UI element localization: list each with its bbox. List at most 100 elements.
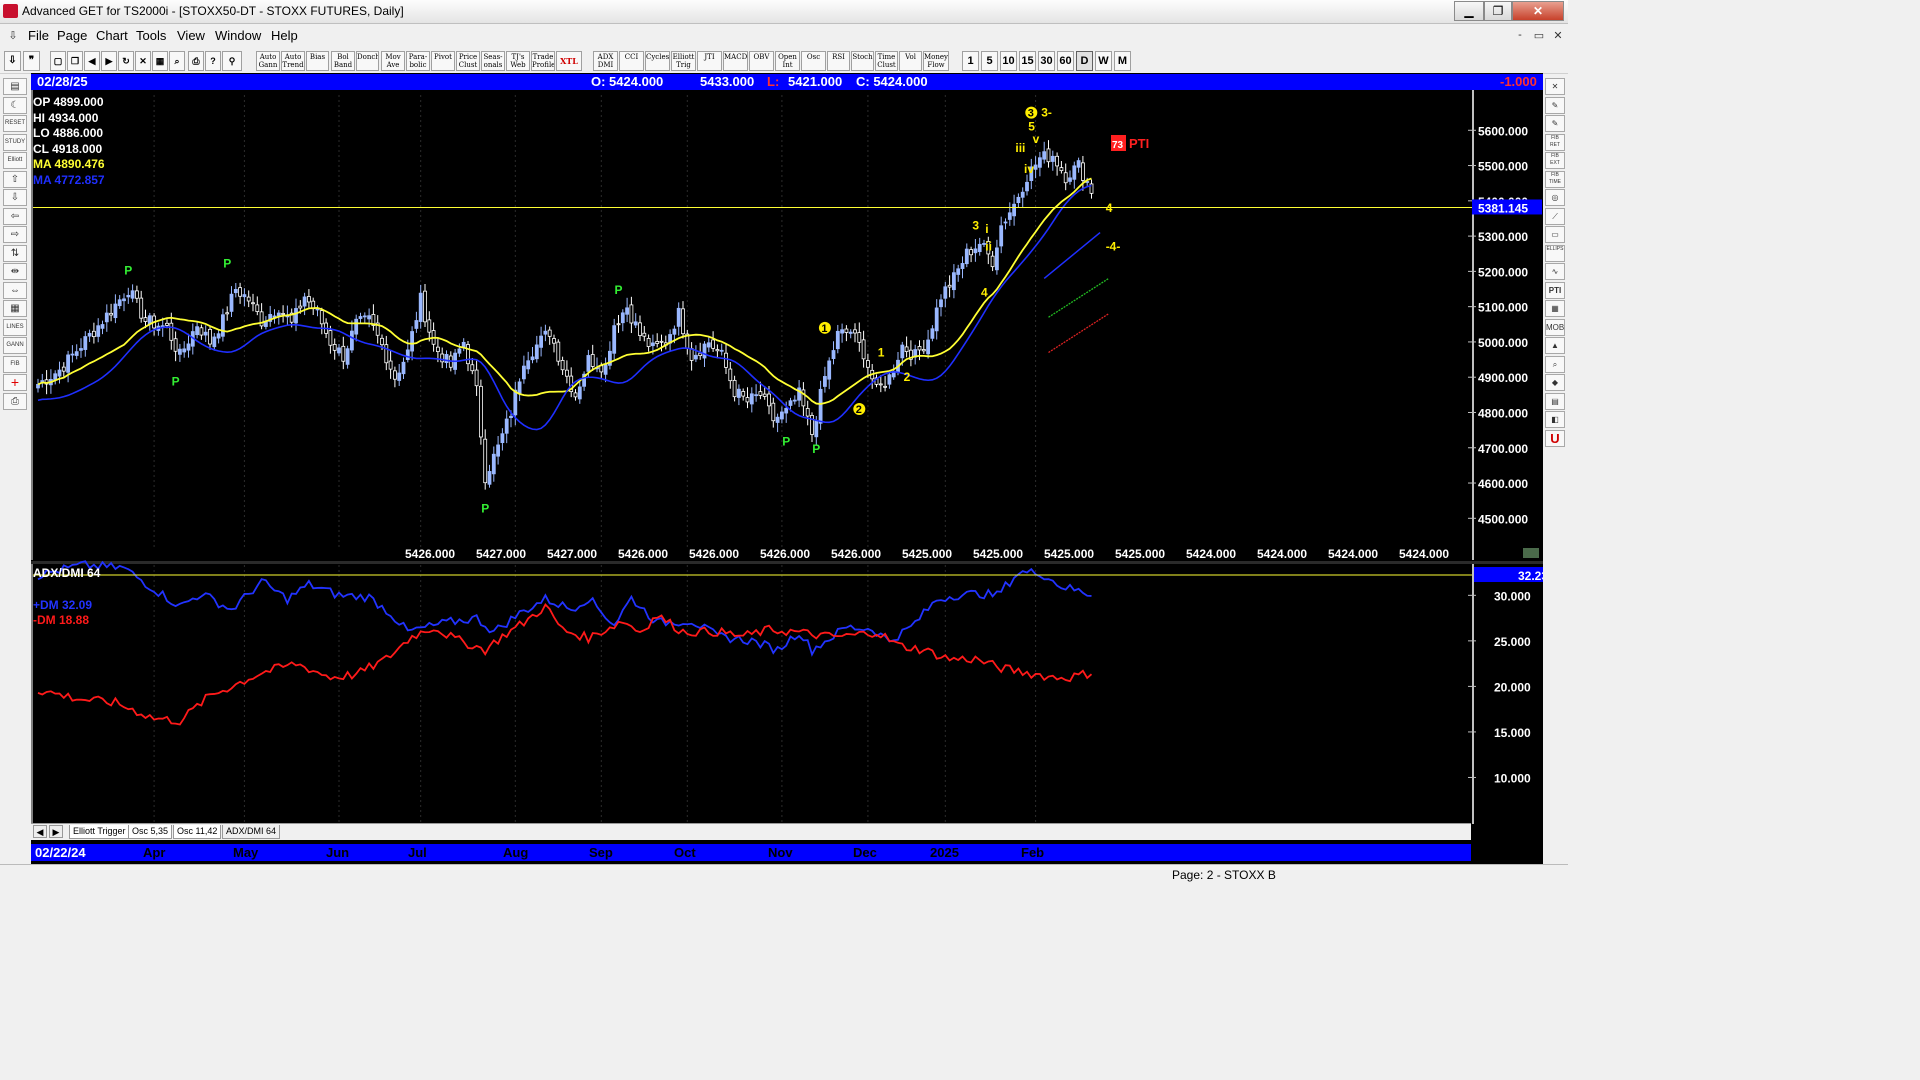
timeframe-button-60[interactable]: 60	[1057, 51, 1074, 71]
study-button-time-clust[interactable]: Time Clust	[875, 51, 898, 71]
menu-chart[interactable]: Chart	[96, 28, 128, 43]
pencil2-icon[interactable]: ✎	[1545, 115, 1565, 132]
tab-scroll-left[interactable]: ◀	[33, 825, 47, 838]
menu-view[interactable]: View	[177, 28, 205, 43]
mdi-close-button[interactable]: ✕	[1550, 29, 1566, 44]
pointer-icon[interactable]: ⇩	[4, 51, 21, 71]
menu-file[interactable]: File	[28, 28, 49, 43]
wave-icon[interactable]: ∿	[1545, 263, 1565, 280]
timeframe-button-10[interactable]: 10	[1000, 51, 1017, 71]
fib-lines-icon[interactable]: FIB	[3, 355, 27, 373]
print-icon[interactable]: ⎙	[188, 51, 204, 71]
study-button-vol[interactable]: Vol	[899, 51, 922, 71]
reset-icon[interactable]: RESET	[3, 115, 27, 132]
timeframe-button-m[interactable]: M	[1114, 51, 1131, 71]
pencil-icon[interactable]: ✎	[1545, 96, 1565, 114]
triangle-icon[interactable]: ▲	[1545, 337, 1565, 354]
zoom-icon[interactable]: ⌕	[169, 51, 185, 71]
box-icon[interactable]: ▭	[1545, 226, 1565, 243]
tab-scroll-right[interactable]: ▶	[49, 825, 63, 838]
close-icon[interactable]: ✕	[1545, 78, 1565, 95]
tab-elliott-trigger[interactable]: Elliott Trigger	[69, 825, 130, 839]
print-icon[interactable]: ⎙	[3, 392, 27, 410]
timeframe-button-w[interactable]: W	[1095, 51, 1112, 71]
menu-window[interactable]: Window	[215, 28, 261, 43]
down-arrow-icon[interactable]: ⇩	[3, 189, 27, 206]
zoom-icon[interactable]: ⌕	[1545, 355, 1565, 373]
back-icon[interactable]: ◀	[84, 51, 100, 71]
study-button-cci[interactable]: CCI	[619, 51, 644, 71]
minimize-button[interactable]: ▁	[1454, 1, 1484, 21]
tab-adx-dmi[interactable]: ADX/DMI 64	[222, 825, 281, 839]
study-button-adx-dmi[interactable]: ADX DMI	[593, 51, 618, 71]
tab-osc-11-42[interactable]: Osc 11,42	[173, 825, 222, 839]
ellipse-icon[interactable]: ELLIPS	[1545, 244, 1565, 262]
crosshair-icon[interactable]: +	[3, 374, 27, 391]
study-button-tj-s-web[interactable]: TJ's Web	[506, 51, 530, 71]
study-button-auto-trend[interactable]: Auto Trend	[281, 51, 305, 71]
study-button-donch[interactable]: Donch	[356, 51, 379, 71]
study-button-jti[interactable]: JTI	[697, 51, 722, 71]
delete-icon[interactable]: ✕	[135, 51, 151, 71]
study-button-pivot[interactable]: Pivot	[431, 51, 455, 71]
study-button-macd[interactable]: MACD	[723, 51, 748, 71]
lines-icon[interactable]: LINES	[3, 318, 27, 336]
study-button-cycles[interactable]: Cycles	[645, 51, 670, 71]
fib-time-icon[interactable]: FIB TIME	[1545, 170, 1565, 188]
forward-icon[interactable]: ▶	[101, 51, 117, 71]
menu-help[interactable]: Help	[271, 28, 298, 43]
study-button-obv[interactable]: OBV	[749, 51, 774, 71]
study-icon[interactable]: STUDY	[3, 133, 27, 151]
tab-osc-5-35[interactable]: Osc 5,35	[128, 825, 173, 839]
timeframe-button-d[interactable]: D	[1076, 51, 1093, 71]
study-button-auto-gann[interactable]: Auto Gann	[256, 51, 280, 71]
mob-icon[interactable]: MOB	[1545, 318, 1565, 336]
fan-icon[interactable]: ⟋	[1545, 207, 1565, 225]
mdi-system-icon[interactable]: ⇩	[5, 29, 21, 44]
new-page-icon[interactable]: ▢	[50, 51, 66, 71]
chart-canvas[interactable]: 5600.0005500.0005400.0005300.0005200.000…	[31, 73, 1543, 864]
chart-area[interactable]: 5600.0005500.0005400.0005300.0005200.000…	[31, 73, 1543, 864]
study-button-trade-profile[interactable]: Trade Profile	[531, 51, 555, 71]
pti-icon[interactable]: PTI	[1545, 281, 1565, 299]
study-button-rsi[interactable]: RSI	[827, 51, 850, 71]
help-icon[interactable]: ⚲	[222, 51, 242, 71]
tag-icon[interactable]: ◆	[1545, 374, 1565, 391]
elliott-icon[interactable]: Elliott	[3, 152, 27, 169]
timeframe-button-5[interactable]: 5	[981, 51, 998, 71]
study-button-price-clust[interactable]: Price Clust	[456, 51, 480, 71]
file-open-icon[interactable]: ▤	[3, 78, 27, 95]
study-button-seas-onals[interactable]: Seas- onals	[481, 51, 505, 71]
layer-icon[interactable]: ◧	[1545, 411, 1565, 428]
study-button-bol-band[interactable]: Bol Band	[331, 51, 355, 71]
fib-ret-icon[interactable]: FIB RET	[1545, 133, 1565, 151]
study-button-xtl[interactable]: XTL	[556, 51, 582, 71]
study-button-osc[interactable]: Osc	[801, 51, 826, 71]
timeframe-button-30[interactable]: 30	[1038, 51, 1055, 71]
study-button-money-flow[interactable]: Money Flow	[923, 51, 949, 71]
menu-page[interactable]: Page	[57, 28, 87, 43]
left-arrow-icon[interactable]: ⇦	[3, 207, 27, 225]
mdi-restore-button[interactable]: ▭	[1531, 29, 1547, 44]
timeframe-button-1[interactable]: 1	[962, 51, 979, 71]
copy-icon[interactable]: ❐	[67, 51, 83, 71]
gann-icon[interactable]: GANN	[3, 337, 27, 354]
timeframe-button-15[interactable]: 15	[1019, 51, 1036, 71]
fib-icon[interactable]: ⇅	[3, 244, 27, 262]
moon-icon[interactable]: ☾	[3, 96, 27, 114]
quote-icon[interactable]: ❞	[23, 51, 40, 71]
grid-icon[interactable]: ▦	[3, 300, 27, 317]
right-arrow-icon[interactable]: ⇨	[3, 226, 27, 243]
maximize-button[interactable]: ❐	[1484, 1, 1512, 21]
menu-tools[interactable]: Tools	[136, 28, 166, 43]
study-button-mov-ave[interactable]: Mov Ave	[381, 51, 405, 71]
study-button-stoch[interactable]: Stoch	[851, 51, 874, 71]
search-icon[interactable]: ◎	[1545, 189, 1565, 206]
mdi-minimize-button[interactable]: -	[1512, 29, 1528, 44]
study-button-open-int[interactable]: Open Int	[775, 51, 800, 71]
study-button-elliott-trig[interactable]: Elliott Trig	[671, 51, 696, 71]
expand-icon[interactable]: ⇹	[3, 263, 27, 280]
info-icon[interactable]: ?	[205, 51, 221, 71]
study-button-bias[interactable]: Bias	[306, 51, 329, 71]
grid-icon[interactable]: ▦	[1545, 300, 1565, 317]
